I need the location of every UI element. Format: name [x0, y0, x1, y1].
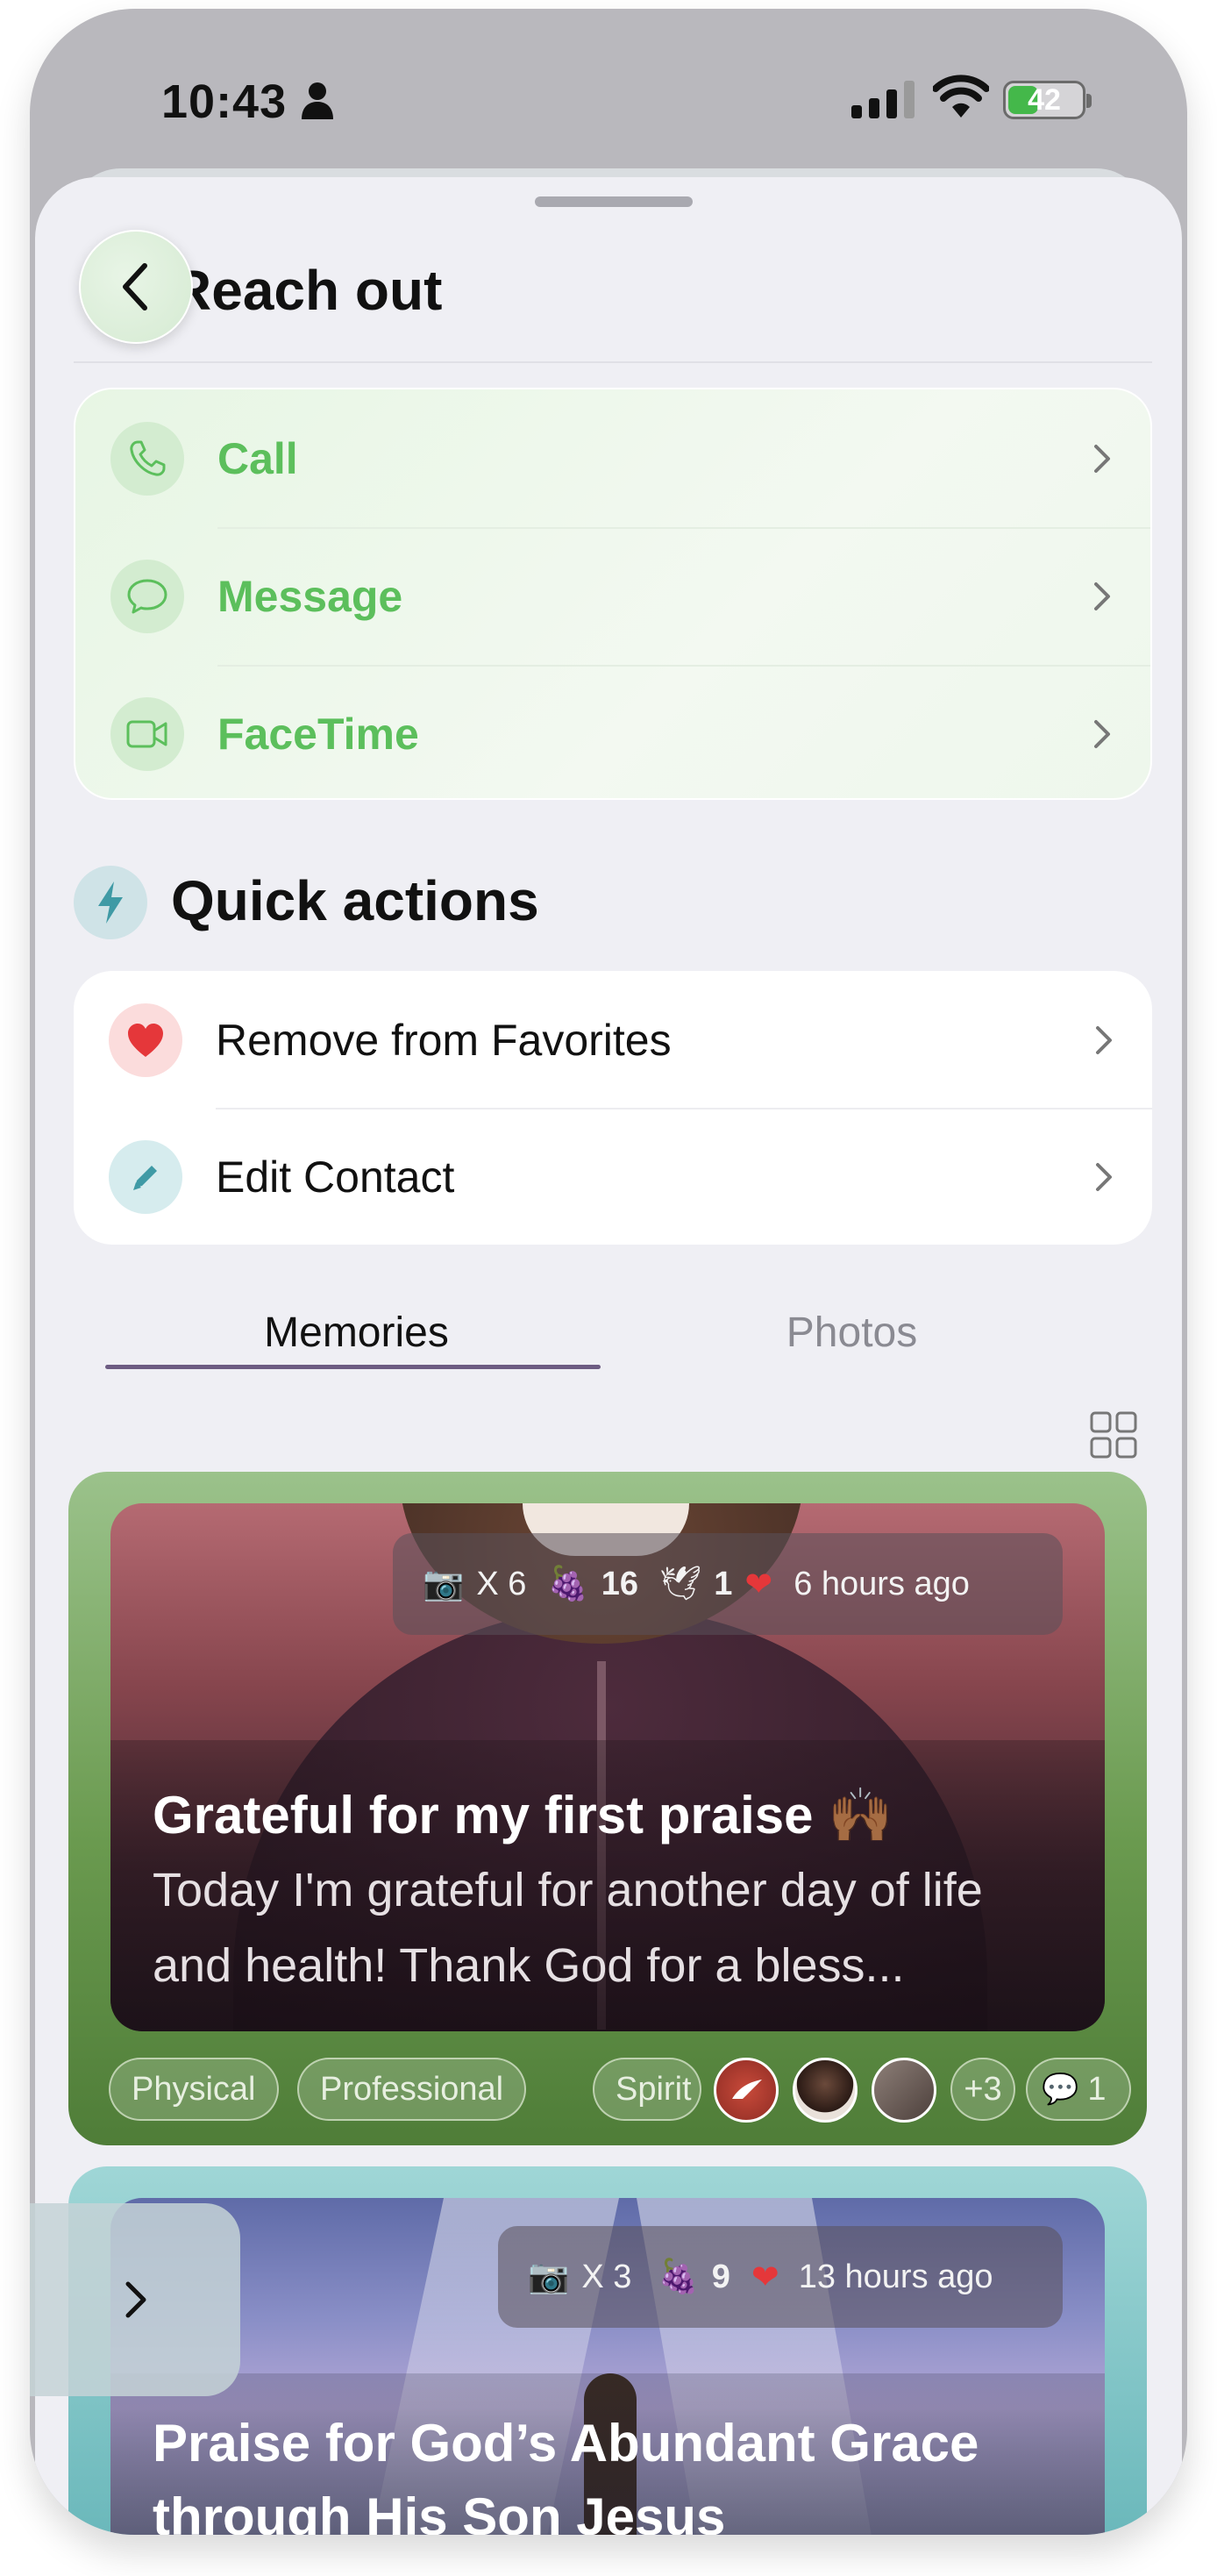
- battery-nub: [1086, 94, 1092, 108]
- status-time: 10:43: [161, 75, 288, 128]
- bird-logo-icon: [732, 2080, 762, 2099]
- active-tab-indicator: [105, 1365, 601, 1369]
- more-people-count[interactable]: +3: [950, 2058, 1015, 2121]
- chevron-left-icon: [123, 263, 147, 310]
- side-expand-button[interactable]: [30, 2203, 240, 2396]
- memory-meta-pill: 📷 X 3 🍇 9 ❤ 13 hours ago: [498, 2226, 1063, 2328]
- battery-percentage: 42: [1028, 83, 1061, 117]
- grapes-count: 16: [601, 1565, 638, 1602]
- reach-out-call-row[interactable]: Call: [75, 389, 1150, 527]
- photos-count: X 6: [476, 1565, 527, 1602]
- quick-actions-card: Remove from Favorites Edit Contact: [74, 971, 1152, 1245]
- avatar[interactable]: [714, 2058, 779, 2123]
- dove-count: 1: [714, 1565, 733, 1602]
- memory-photo: 📷 X 6 🍇 16 🕊 1 ❤ 6 hours ago Grateful fo…: [110, 1503, 1105, 2031]
- tag-chip[interactable]: Spirit: [593, 2058, 701, 2121]
- header-divider: [74, 361, 1152, 363]
- time-ago: 6 hours ago: [794, 1565, 970, 1602]
- comments-count: 1: [1087, 2071, 1107, 2108]
- reach-out-facetime-row[interactable]: FaceTime: [75, 665, 1150, 798]
- chevron-right-icon: [1094, 582, 1110, 610]
- memory-title: Grateful for my first praise 🙌🏾: [153, 1786, 893, 1845]
- pencil-icon: [109, 1139, 182, 1214]
- time-ago: 13 hours ago: [798, 2258, 993, 2295]
- comments-button[interactable]: 💬 1: [1026, 2058, 1131, 2121]
- memories-photos-tabs: Memories Photos: [68, 1291, 1147, 1396]
- edit-contact-row[interactable]: Edit Contact: [74, 1108, 1152, 1245]
- memory-tags-row: Physical Professional Spirit +3 💬 1: [109, 2058, 1131, 2124]
- remove-favorites-label: Remove from Favorites: [216, 1015, 672, 1065]
- wifi-icon: [933, 75, 989, 118]
- chat-bubble-icon: [110, 559, 184, 633]
- memory-body: Today I'm grateful for another day of li…: [153, 1864, 983, 1992]
- chevron-right-icon: [1094, 719, 1110, 748]
- memory-photo: 📷 X 3 🍇 9 ❤ 13 hours ago Praise for God’…: [110, 2198, 1105, 2535]
- tag-chip[interactable]: Professional: [297, 2058, 527, 2121]
- reach-out-card: Call Message FaceTime: [74, 388, 1152, 800]
- tag-chip[interactable]: Physical: [109, 2058, 279, 2121]
- phone-icon: [110, 421, 184, 496]
- tab-memories[interactable]: Memories: [109, 1309, 604, 1357]
- camera-icon: 📷: [423, 1566, 465, 1602]
- chevron-right-icon: [1096, 1025, 1112, 1054]
- grid-view-icon[interactable]: [1089, 1410, 1138, 1459]
- phone-frame: 10:43 42 Reach out Call Message FaceTime…: [30, 9, 1187, 2535]
- chevron-right-icon: [1094, 444, 1110, 473]
- grapes-icon: 🍇: [658, 2258, 700, 2295]
- status-bar: 10:43 42: [30, 9, 1187, 184]
- cellular-signal-icon: [851, 81, 915, 118]
- quick-actions-title: Quick actions: [171, 869, 539, 932]
- edit-contact-label: Edit Contact: [216, 1152, 455, 1202]
- back-button[interactable]: [79, 230, 193, 344]
- reach-out-facetime-label: FaceTime: [217, 709, 419, 759]
- grapes-count: 9: [711, 2258, 730, 2295]
- memory-card[interactable]: 📷 X 6 🍇 16 🕊 1 ❤ 6 hours ago Grateful fo…: [68, 1472, 1147, 2145]
- reach-out-call-label: Call: [217, 433, 298, 483]
- lightning-icon: [74, 866, 147, 939]
- photos-count: X 3: [581, 2258, 632, 2295]
- page-title: Reach out: [171, 259, 443, 322]
- video-camera-icon: [110, 696, 184, 771]
- heart-icon: ❤: [751, 2258, 779, 2296]
- chevron-right-icon: [1096, 1162, 1112, 1191]
- camera-icon: 📷: [528, 2258, 570, 2295]
- battery-indicator: 42: [1003, 81, 1092, 119]
- dove-icon: 🕊: [658, 1566, 702, 1602]
- avatar[interactable]: [872, 2058, 936, 2123]
- memory-meta-pill: 📷 X 6 🍇 16 🕊 1 ❤ 6 hours ago: [393, 1533, 1063, 1635]
- reach-out-message-row[interactable]: Message: [75, 527, 1150, 665]
- comment-icon: 💬: [1042, 2073, 1079, 2106]
- avatar[interactable]: [793, 2058, 858, 2123]
- tab-photos[interactable]: Photos: [604, 1309, 1100, 1357]
- memory-title: Praise for God’s Abundant Grace through …: [153, 2414, 979, 2535]
- reach-out-message-label: Message: [217, 571, 403, 621]
- person-icon: [302, 82, 333, 119]
- remove-favorites-row[interactable]: Remove from Favorites: [74, 971, 1152, 1109]
- chevron-right-icon: [125, 2281, 146, 2318]
- grapes-icon: 🍇: [547, 1566, 589, 1602]
- heart-icon: ❤: [744, 1566, 773, 1603]
- heart-icon: [109, 1003, 182, 1077]
- sheet-grabber[interactable]: [535, 196, 693, 207]
